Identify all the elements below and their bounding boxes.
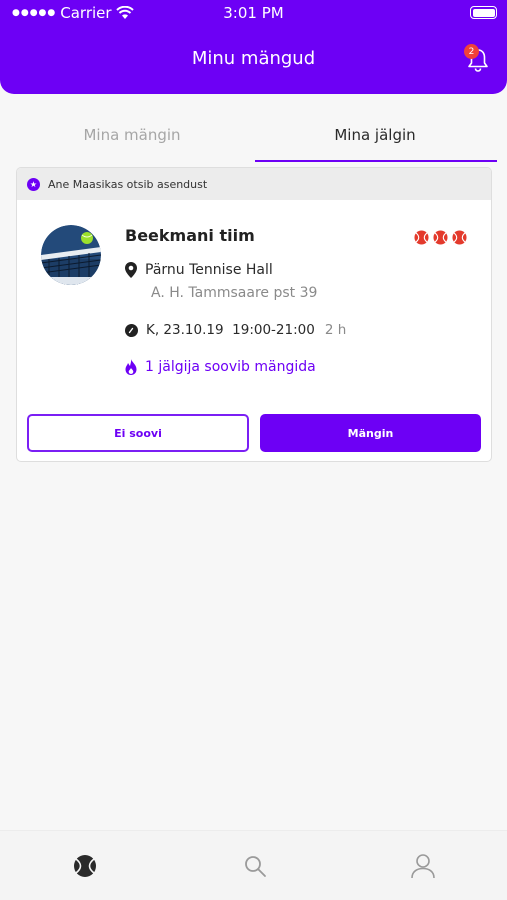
followers-row: 1 jälgija soovib mängida bbox=[125, 359, 316, 375]
tennis-ball-icon[interactable] bbox=[73, 853, 97, 879]
accept-button[interactable]: Mängin bbox=[260, 414, 481, 452]
venue-address: A. H. Tammsaare pst 39 bbox=[151, 285, 318, 301]
bottom-navigation bbox=[0, 830, 507, 900]
profile-icon[interactable] bbox=[411, 853, 435, 879]
team-name: Beekmani tiim bbox=[125, 226, 255, 245]
status-time: 3:01 PM bbox=[223, 4, 284, 22]
notification-badge: 2 bbox=[464, 44, 479, 59]
tab-mina-jalgin[interactable]: Mina jälgin bbox=[255, 126, 495, 144]
decline-button[interactable]: Ei soovi bbox=[27, 414, 249, 452]
status-bar: ●●●●● Carrier 3:01 PM bbox=[0, 0, 507, 26]
venue-row: Pärnu Tennise Hall bbox=[125, 262, 273, 278]
game-card[interactable]: ★ Ane Maasikas otsib asendust Beekmani t… bbox=[16, 167, 492, 462]
game-duration: 2 h bbox=[324, 322, 347, 338]
active-tab-indicator bbox=[255, 160, 497, 162]
tab-bar: Mina mängin Mina jälgin bbox=[0, 108, 507, 164]
venue-name: Pärnu Tennise Hall bbox=[145, 262, 273, 278]
skill-level bbox=[414, 230, 467, 245]
app-header: ●●●●● Carrier 3:01 PM Minu mängud 2 bbox=[0, 0, 507, 94]
star-icon: ★ bbox=[27, 177, 40, 191]
flame-icon bbox=[125, 359, 137, 375]
page-title: Minu mängud bbox=[191, 48, 316, 69]
game-datetime: K, 23.10.19 19:00-21:00 bbox=[146, 322, 315, 338]
tab-mina-mangin[interactable]: Mina mängin bbox=[12, 126, 252, 144]
battery-icon bbox=[470, 6, 497, 19]
time-row: K, 23.10.19 19:00-21:00 2 h bbox=[125, 322, 346, 338]
substitute-notice: ★ Ane Maasikas otsib asendust bbox=[17, 168, 491, 200]
team-avatar bbox=[41, 225, 101, 285]
tennis-ball-icon bbox=[433, 230, 448, 245]
tennis-ball-icon bbox=[452, 230, 467, 245]
notice-text: Ane Maasikas otsib asendust bbox=[48, 177, 208, 191]
search-icon[interactable] bbox=[243, 853, 267, 879]
followers-text: 1 jälgija soovib mängida bbox=[145, 359, 316, 375]
tennis-ball-icon bbox=[414, 230, 429, 245]
clock-icon bbox=[125, 323, 138, 337]
location-pin-icon bbox=[125, 262, 137, 278]
